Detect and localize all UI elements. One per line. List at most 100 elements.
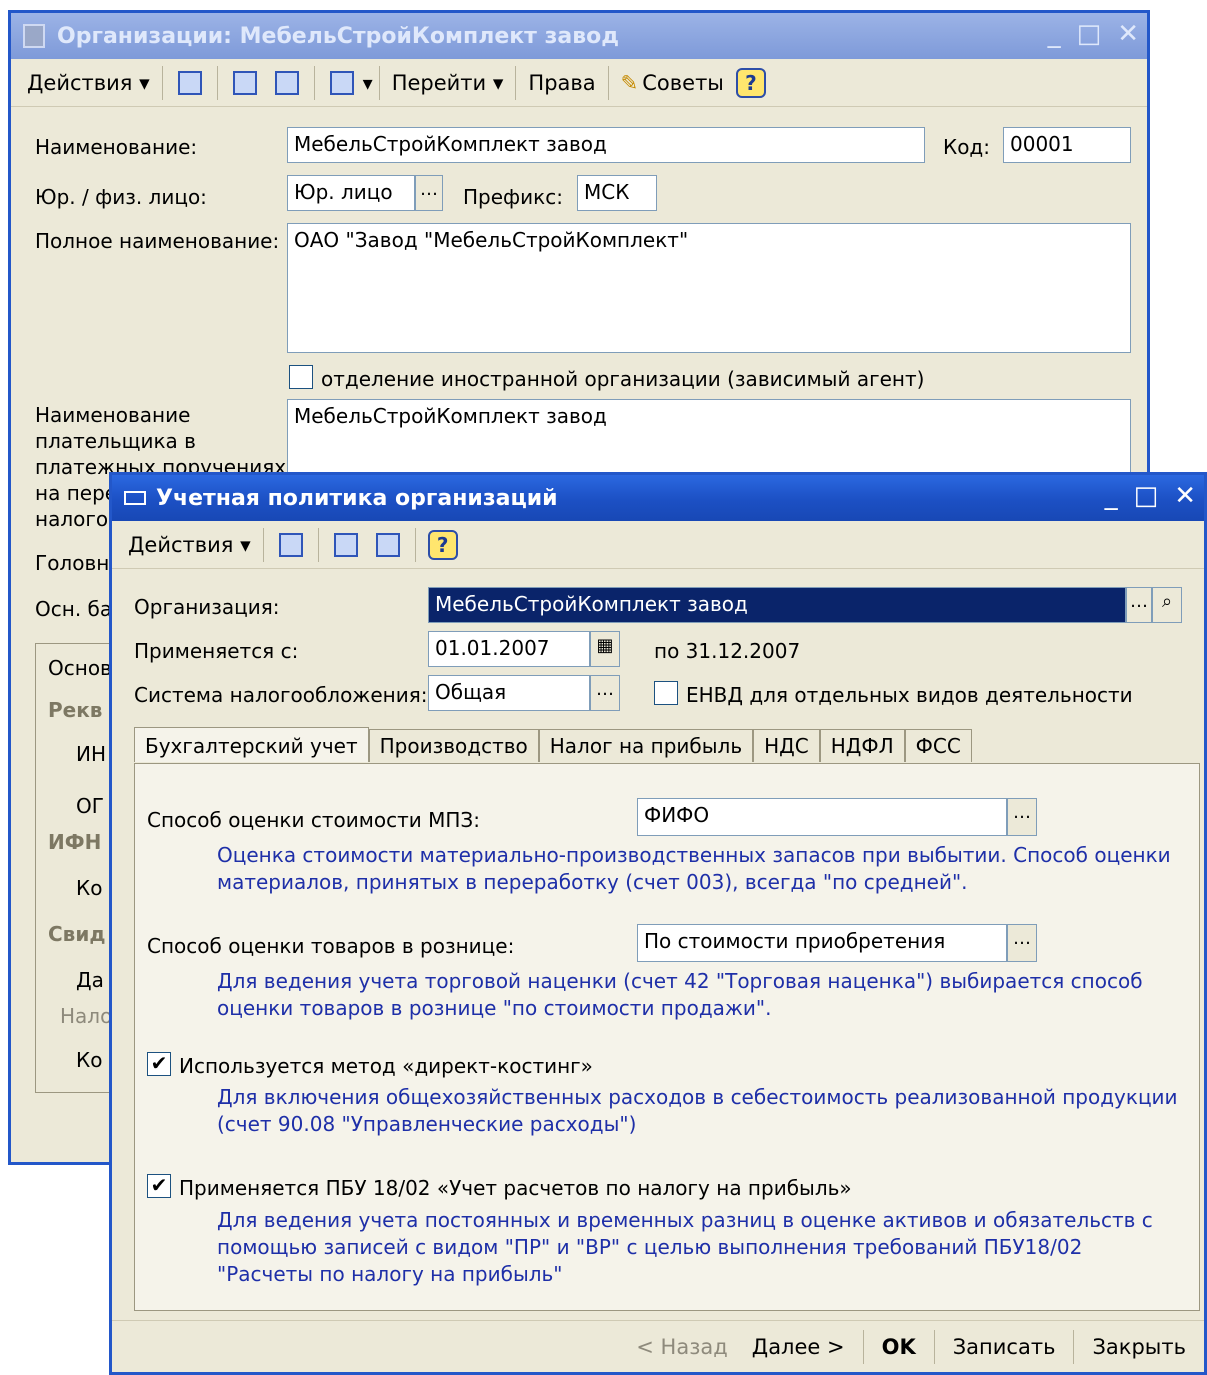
tips-icon: ✎: [620, 70, 639, 95]
ifns-code-label: Ко: [76, 876, 103, 900]
maximize-icon[interactable]: □: [1134, 481, 1159, 511]
main-bank-account-label: Осн. ба: [35, 597, 113, 621]
organization-titlebar[interactable]: Организации: МебельСтройКомплект завод _…: [11, 13, 1147, 59]
bottom-button-bar: < Назад Далее > OK Записать Закрыть: [112, 1320, 1204, 1372]
head-organization-label: Головн: [35, 551, 110, 575]
envd-checkbox[interactable]: [654, 681, 678, 705]
payer-name-label-line2: плательщика в: [35, 429, 196, 453]
organization-input[interactable]: МебельСтройКомплект завод: [428, 587, 1126, 623]
tab-vat[interactable]: НДС: [753, 729, 820, 762]
date-from-input[interactable]: 01.01.2007: [428, 631, 590, 667]
envd-label: ЕНВД для отдельных видов деятельности: [686, 683, 1133, 707]
pbu-hint-line1: Для ведения учета постоянных и временных…: [217, 1208, 1153, 1232]
direct-costing-hint-line2: (счет 90.08 "Управленческие расходы"): [217, 1112, 637, 1136]
go-back-icon[interactable]: [276, 530, 306, 560]
minimize-icon[interactable]: _: [1048, 19, 1061, 49]
minimize-icon[interactable]: _: [1105, 481, 1118, 511]
back-button[interactable]: < Назад: [624, 1335, 740, 1359]
tab-ndfl[interactable]: НДФЛ: [819, 729, 905, 762]
actions-menu[interactable]: Действия ▾: [122, 526, 257, 564]
accounting-tab-panel: Способ оценки стоимости МПЗ: ФИФО … Оцен…: [134, 763, 1200, 1311]
goto-menu[interactable]: Перейти ▾: [386, 64, 510, 102]
organization-select-button[interactable]: …: [1126, 587, 1152, 623]
save-button[interactable]: Записать: [941, 1335, 1068, 1359]
toolbar-separator: [378, 65, 380, 100]
retail-method-input[interactable]: По стоимости приобретения: [637, 924, 1007, 962]
maximize-icon[interactable]: □: [1077, 19, 1102, 49]
retail-method-label: Способ оценки товаров в рознице:: [147, 934, 515, 958]
close-button[interactable]: Закрыть: [1080, 1335, 1198, 1359]
close-icon[interactable]: ✕: [1117, 19, 1139, 49]
accounting-policy-toolbar: Действия ▾ ?: [112, 521, 1204, 569]
mpz-hint-line2: материалов, принятых в переработку (счет…: [217, 870, 968, 894]
organization-toolbar: Действия ▾ ▾ Перейти ▾ Права ✎ Советы ?: [11, 59, 1147, 107]
search-icon[interactable]: ⌕: [1152, 587, 1182, 623]
direct-costing-label: Используется метод «директ-костинг»: [179, 1054, 593, 1078]
toolbar-separator: [216, 65, 218, 100]
mpz-method-input[interactable]: ФИФО: [637, 798, 1007, 836]
direct-costing-checkbox[interactable]: ✔: [147, 1052, 171, 1076]
toolbar-separator: [515, 65, 517, 100]
full-name-textarea[interactable]: ОАО "Завод "МебельСтройКомплект": [287, 223, 1131, 353]
help-icon[interactable]: ?: [427, 529, 458, 560]
tax-system-input[interactable]: Общая: [428, 675, 590, 711]
accounting-policy-titlebar[interactable]: Учетная политика организаций _ □ ✕: [112, 475, 1204, 521]
tab-production[interactable]: Производство: [368, 729, 539, 762]
tab-profit-tax[interactable]: Налог на прибыль: [538, 729, 754, 762]
code-input[interactable]: 00001: [1003, 127, 1131, 163]
full-name-label: Полное наименование:: [35, 229, 280, 253]
tax-system-label: Система налогообложения:: [134, 683, 428, 707]
toolbar-separator: [607, 65, 609, 100]
actions-menu[interactable]: Действия ▾: [21, 64, 156, 102]
name-label: Наименование:: [35, 135, 198, 159]
applies-from-label: Применяется с:: [134, 639, 299, 663]
section-requisites: Рекв: [48, 698, 103, 722]
copy-icon[interactable]: [272, 68, 302, 98]
pbu-hint-line2: помощью записей с видом "ПР" и "ВР" с це…: [217, 1235, 1083, 1259]
entity-type-select-button[interactable]: …: [415, 175, 443, 211]
organization-label: Организация:: [134, 595, 280, 619]
section-ifns: ИФН: [48, 830, 102, 854]
payer-name-label-line5: налогов: [35, 507, 120, 531]
go-back-icon[interactable]: [175, 68, 205, 98]
entity-type-label: Юр. / физ. лицо:: [35, 185, 207, 209]
entity-type-input[interactable]: Юр. лицо: [287, 175, 415, 211]
refresh-icon[interactable]: [331, 530, 361, 560]
mpz-hint-line1: Оценка стоимости материально-производств…: [217, 843, 1171, 867]
rights-button[interactable]: Права: [522, 64, 601, 102]
accounting-policy-title: Учетная политика организаций: [156, 485, 558, 511]
section-certificate: Свид: [48, 922, 106, 946]
prefix-label: Префикс:: [463, 185, 563, 209]
pbu-hint-line3: "Расчеты по налогу на прибыль": [217, 1262, 563, 1286]
pbu-checkbox[interactable]: ✔: [147, 1174, 171, 1198]
date-to-label: по 31.12.2007: [654, 639, 801, 663]
date-label: Да: [76, 968, 104, 992]
refresh-icon[interactable]: [230, 68, 260, 98]
close-icon[interactable]: ✕: [1174, 481, 1196, 511]
button-separator: [933, 1329, 935, 1364]
tab-accounting[interactable]: Бухгалтерский учет: [134, 727, 369, 762]
payer-name-label-line4: на пере: [35, 481, 118, 505]
code-label: Код:: [943, 135, 991, 159]
toolbar-separator: [317, 527, 319, 562]
help-icon[interactable]: ?: [735, 67, 766, 98]
copy-icon[interactable]: [373, 530, 403, 560]
tab-fss[interactable]: ФСС: [904, 729, 972, 762]
code-label-2: Ко: [76, 1048, 103, 1072]
mpz-method-select-button[interactable]: …: [1007, 798, 1037, 836]
direct-costing-hint-line1: Для включения общехозяйственных расходов…: [217, 1085, 1178, 1109]
enter-based-on-icon[interactable]: [327, 68, 357, 98]
tips-button[interactable]: ✎ Советы: [615, 64, 730, 102]
prefix-input[interactable]: МСК: [577, 175, 657, 211]
name-input[interactable]: МебельСтройКомплект завод: [287, 127, 925, 163]
button-separator: [862, 1329, 864, 1364]
toolbar-separator: [313, 65, 315, 100]
foreign-branch-checkbox[interactable]: [289, 365, 313, 389]
toolbar-separator: [262, 527, 264, 562]
ok-button[interactable]: OK: [870, 1335, 928, 1359]
calendar-icon[interactable]: ▦: [590, 631, 620, 667]
tax-system-select-button[interactable]: …: [590, 675, 620, 711]
organization-title: Организации: МебельСтройКомплект завод: [57, 23, 620, 49]
retail-method-select-button[interactable]: …: [1007, 924, 1037, 962]
next-button[interactable]: Далее >: [740, 1335, 857, 1359]
